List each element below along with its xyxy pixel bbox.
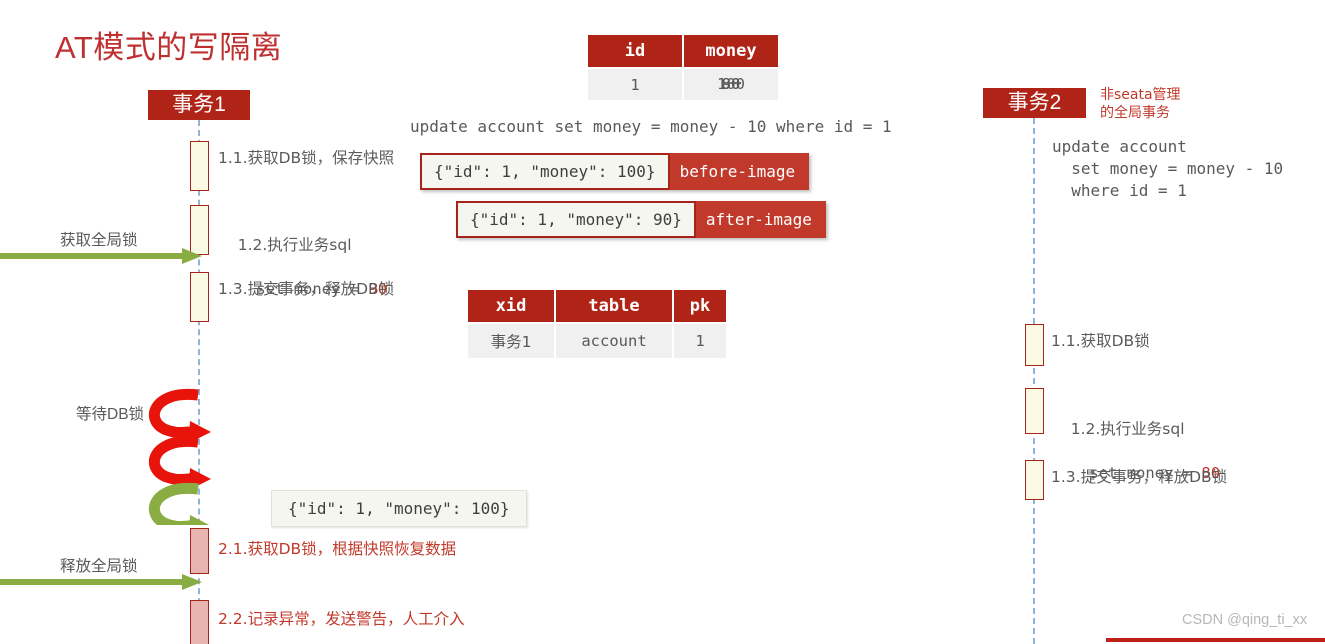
tx2-actor-box: 事务2 [983, 88, 1086, 118]
lock-table-header-table: table [556, 290, 672, 322]
tx1-step-2-label: 1.2.执行业务sql [237, 236, 352, 254]
release-global-lock-arrow [0, 574, 202, 590]
after-image-callout: {"id": 1, "money": 90} after-image [456, 201, 826, 238]
tx2-step-2-label: 1.2.执行业务sql [1070, 420, 1185, 438]
main-sql-statement: update account set money = money - 10 wh… [410, 117, 892, 136]
tx2-annotation: 非seata管理 的全局事务 [1100, 87, 1181, 121]
account-table-cell-id: 1 [588, 69, 682, 100]
tx1-actor-box: 事务1 [148, 90, 250, 120]
tx2-step-3-label: 1.3.提交事务，释放DB锁 [1051, 468, 1228, 486]
tx1-activation-rollback-1 [190, 528, 209, 574]
snapshot-restore-json: {"id": 1, "money": 100} [271, 490, 527, 527]
bottom-accent-bar [1106, 638, 1325, 642]
lock-table-cell-pk: 1 [674, 324, 726, 358]
spiral-arrow-green [148, 482, 210, 525]
tx2-step-2: 1.2.执行业务sql set money = 80 [1051, 396, 1220, 506]
acquire-global-lock-arrow [0, 248, 202, 264]
tx2-sql-statement: update account set money = money - 10 wh… [1052, 137, 1284, 200]
money-value: 80 [721, 75, 741, 93]
tx2-step-1-label: 1.1.获取DB锁 [1051, 332, 1150, 350]
before-image-json: {"id": 1, "money": 100} [420, 153, 670, 190]
tx1-step-rollback-2-label: 2.2.记录异常，发送警告，人工介入 [218, 610, 465, 628]
lock-table-cell-xid: 事务1 [468, 324, 554, 358]
account-table-cell-money: 100 90 80 [684, 69, 778, 100]
lock-table-cell-table: account [556, 324, 672, 358]
tx2-lifeline [1033, 118, 1035, 644]
account-table: id money 1 100 90 80 [586, 33, 780, 102]
before-image-callout: {"id": 1, "money": 100} before-image [420, 153, 810, 190]
watermark-text: CSDN @qing_ti_xx [1182, 612, 1308, 628]
slide-canvas: AT模式的写隔离 id money 1 100 90 80 update accou… [0, 0, 1325, 644]
global-lock-table: xid table pk 事务1 account 1 [466, 288, 728, 360]
tx2-activation-2 [1025, 388, 1044, 434]
lock-table-header-xid: xid [468, 290, 554, 322]
tx1-activation-3 [190, 272, 209, 322]
tx1-step-3-label: 1.3.提交事务，释放DB锁 [218, 280, 395, 298]
table-row: 事务1 account 1 [468, 324, 726, 358]
account-table-header-money: money [684, 35, 778, 67]
wait-db-lock-spiral-arrows [148, 388, 211, 525]
spiral-arrow-red-1 [148, 388, 211, 443]
spiral-arrow-red-2 [148, 435, 211, 490]
after-image-tag: after-image [695, 201, 826, 238]
after-image-json: {"id": 1, "money": 90} [456, 201, 696, 238]
before-image-tag: before-image [669, 153, 810, 190]
page-title: AT模式的写隔离 [55, 30, 283, 65]
tx1-step-1-label: 1.1.获取DB锁，保存快照 [218, 149, 395, 167]
tx2-activation-1 [1025, 324, 1044, 366]
table-row: 1 100 90 80 [588, 69, 778, 100]
money-overlapping-values: 100 90 80 [709, 75, 753, 94]
account-table-header-id: id [588, 35, 682, 67]
tx1-activation-1 [190, 141, 209, 191]
tx2-activation-3 [1025, 460, 1044, 500]
wait-db-lock-label: 等待DB锁 [76, 406, 145, 423]
tx1-activation-rollback-2 [190, 600, 209, 644]
tx1-step-2: 1.2.执行业务sql set money = 90 [218, 212, 387, 322]
tx1-step-rollback-1-label: 2.1.获取DB锁，根据快照恢复数据 [218, 540, 457, 558]
lock-table-header-pk: pk [674, 290, 726, 322]
